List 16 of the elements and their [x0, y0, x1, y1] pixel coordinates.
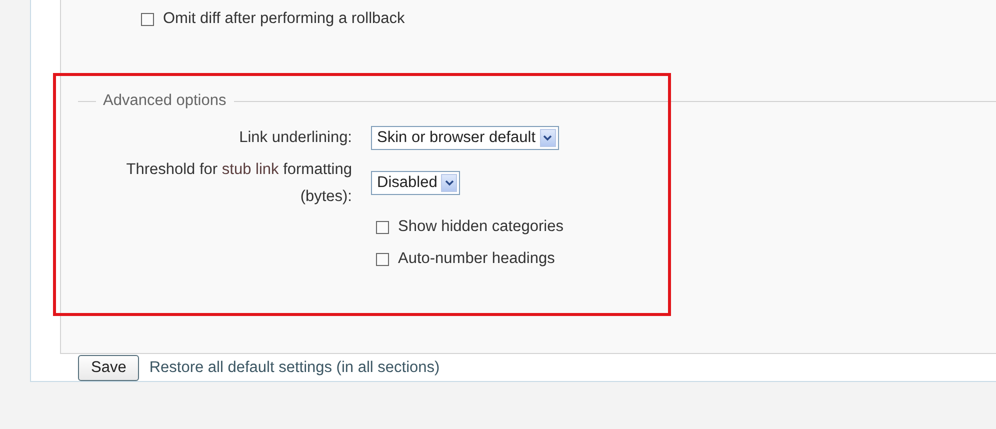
checkbox-label: Omit diff after performing a rollback	[163, 10, 405, 28]
checkbox[interactable]	[376, 252, 389, 266]
dropdown[interactable]: Skin or browser default	[371, 126, 559, 150]
save-button[interactable]: Save	[78, 355, 140, 381]
checkbox[interactable]	[141, 12, 154, 26]
field-label: Link underlining:	[238, 128, 352, 148]
chevron-down-icon	[441, 174, 458, 192]
chevron-down-icon	[540, 129, 556, 147]
checkbox-label: Auto-number headings	[398, 250, 555, 268]
dropdown[interactable]: Disabled	[371, 171, 460, 195]
checkbox[interactable]	[376, 220, 389, 234]
help-link[interactable]: stub link	[222, 161, 279, 178]
restore-defaults-link[interactable]: Restore all default settings (in all sections)	[149, 359, 440, 377]
field-label: Threshold for stub link formatting (bytes):	[125, 160, 352, 207]
checkbox-label: Show hidden categories	[398, 218, 564, 236]
fieldset-legend: Advanced options	[103, 92, 226, 110]
